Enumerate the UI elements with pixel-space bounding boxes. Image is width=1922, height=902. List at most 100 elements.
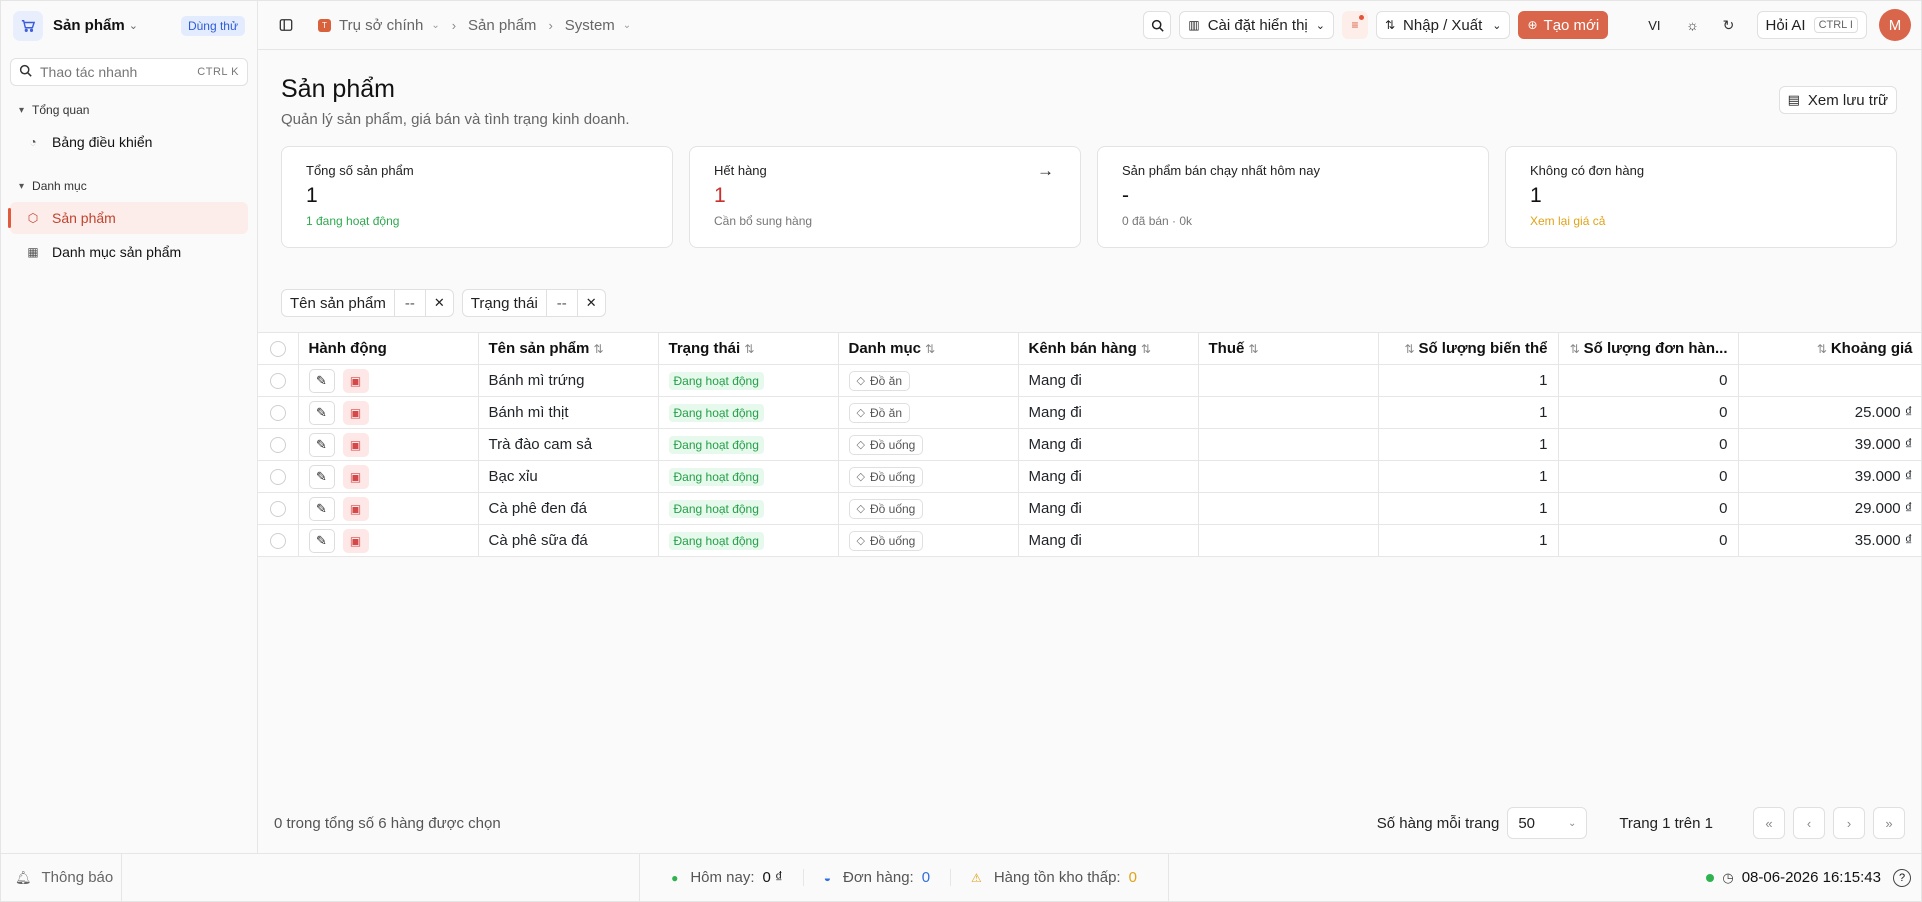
row-checkbox[interactable] bbox=[269, 533, 286, 550]
sidebar-item-dashboard[interactable]: ◔ Bảng điều khiển bbox=[10, 126, 248, 158]
row-checkbox[interactable] bbox=[269, 405, 286, 422]
product-name[interactable]: Bạc xỉu bbox=[478, 460, 659, 493]
chevron-down-icon: ▾ bbox=[19, 180, 25, 192]
status-badge: Đang hoạt động bbox=[668, 531, 764, 550]
col-variants[interactable]: ⇅ Số lượng biến thể bbox=[1378, 332, 1559, 365]
breadcrumb-branch[interactable]: Trụ sở chính bbox=[339, 17, 423, 34]
tax bbox=[1198, 364, 1379, 397]
chevron-down-icon[interactable]: ⌄ bbox=[623, 20, 631, 31]
col-category[interactable]: Danh mục ⇅ bbox=[838, 332, 1019, 365]
sort-icon[interactable]: ⇅ bbox=[593, 342, 603, 356]
ask-ai-button[interactable]: Hỏi AI CTRL I bbox=[1756, 11, 1867, 39]
archive-delete-icon[interactable]: ▣ bbox=[342, 496, 369, 521]
stat-card-out-of-stock[interactable]: Hết hàng 1 Cần bổ sung hàng → bbox=[689, 146, 1081, 248]
sun-icon[interactable]: ☼ bbox=[1679, 17, 1707, 33]
row-checkbox[interactable] bbox=[269, 373, 286, 390]
row-checkbox[interactable] bbox=[269, 469, 286, 486]
sort-icon[interactable]: ⇅ bbox=[1570, 342, 1580, 356]
arrow-right-icon[interactable]: → bbox=[1037, 161, 1054, 181]
archive-delete-icon[interactable]: ▣ bbox=[342, 368, 369, 393]
sidebar-toggle-icon[interactable] bbox=[276, 15, 296, 35]
col-orders[interactable]: ⇅ Số lượng đơn hàn... bbox=[1558, 332, 1739, 365]
archive-delete-icon[interactable]: ▣ bbox=[342, 432, 369, 457]
notifications-button[interactable]: 🔔︎ Thông báo bbox=[1, 854, 122, 901]
import-export-button[interactable]: ⇅ Nhập / Xuất ⌄ bbox=[1375, 11, 1511, 39]
sort-icon[interactable]: ⇅ bbox=[1817, 342, 1827, 356]
table-row[interactable]: ✎ ▣ Bánh mì thịt Đang hoạt động ◇ Đồ ăn M… bbox=[258, 396, 1922, 429]
filter-status[interactable]: Trạng thái -- ✕ bbox=[461, 289, 606, 317]
avatar[interactable]: M bbox=[1879, 9, 1911, 41]
table-row[interactable]: ✎ ▣ Bạc xỉu Đang hoạt động ◇ Đồ uống Mang… bbox=[258, 460, 1922, 493]
language-switch[interactable]: VI bbox=[1638, 18, 1670, 33]
archive-delete-icon[interactable]: ▣ bbox=[342, 400, 369, 425]
sidebar-header[interactable]: Sản phẩm ⌄ Dùng thử bbox=[1, 1, 257, 50]
stat-low-stock: ⚠ Hàng tồn kho thấp: 0 bbox=[950, 869, 1157, 886]
table-row[interactable]: ✎ ▣ Trà đào cam sả Đang hoạt động ◇ Đồ uố… bbox=[258, 428, 1922, 461]
col-tax[interactable]: Thuế ⇅ bbox=[1198, 332, 1379, 365]
sort-icon[interactable]: ⇅ bbox=[925, 342, 935, 356]
edit-pencil-icon[interactable]: ✎ bbox=[308, 496, 335, 521]
edit-pencil-icon[interactable]: ✎ bbox=[308, 528, 335, 553]
refresh-icon[interactable]: ↻ bbox=[1715, 17, 1743, 34]
archive-delete-icon[interactable]: ▣ bbox=[342, 528, 369, 553]
edit-pencil-icon[interactable]: ✎ bbox=[308, 368, 335, 393]
quick-action-search[interactable]: Thao tác nhanh CTRL K bbox=[10, 58, 248, 86]
close-icon[interactable]: ✕ bbox=[426, 290, 453, 316]
chevron-left-icon: ‹ bbox=[1806, 815, 1812, 831]
create-new-button[interactable]: ⊕ Tạo mới bbox=[1518, 11, 1609, 39]
table-row[interactable]: ✎ ▣ Cà phê sữa đá Đang hoạt động ◇ Đồ uốn… bbox=[258, 524, 1922, 557]
edit-pencil-icon[interactable]: ✎ bbox=[308, 464, 335, 489]
edit-pencil-icon[interactable]: ✎ bbox=[308, 400, 335, 425]
page-title: Sản phẩm bbox=[281, 75, 395, 103]
sort-icon[interactable]: ⇅ bbox=[744, 342, 754, 356]
filter-product-name[interactable]: Tên sản phẩm -- ✕ bbox=[281, 289, 454, 317]
last-page-button[interactable]: » bbox=[1873, 807, 1905, 839]
status-cell: Đang hoạt động bbox=[658, 460, 839, 493]
sidebar-group-overview[interactable]: ▾ Tổng quan bbox=[1, 96, 257, 124]
trial-badge: Dùng thử bbox=[180, 15, 245, 36]
sort-icon[interactable]: ⇅ bbox=[1404, 342, 1414, 356]
chevron-down-icon[interactable]: ⌄ bbox=[431, 20, 439, 31]
view-archive-button[interactable]: ▤ Xem lưu trữ bbox=[1778, 86, 1897, 114]
table-row[interactable]: ✎ ▣ Cà phê đen đá Đang hoạt động ◇ Đồ uốn… bbox=[258, 492, 1922, 525]
row-actions: ✎ ▣ bbox=[298, 428, 479, 461]
product-name[interactable]: Cà phê sữa đá bbox=[478, 524, 659, 557]
rows-per-page-select[interactable]: 50 ⌄ bbox=[1507, 807, 1588, 839]
stat-label: Tổng số sản phẩm bbox=[306, 163, 414, 178]
row-checkbox[interactable] bbox=[269, 437, 286, 454]
next-page-button[interactable]: › bbox=[1833, 807, 1865, 839]
col-label: Hành động bbox=[308, 340, 387, 357]
product-name[interactable]: Trà đào cam sả bbox=[478, 428, 659, 461]
product-name[interactable]: Bánh mì thịt bbox=[478, 396, 659, 429]
col-status[interactable]: Trạng thái ⇅ bbox=[658, 332, 839, 365]
breadcrumb-products[interactable]: Sản phẩm bbox=[468, 17, 536, 34]
sidebar-item-product-categories[interactable]: ▦ Danh mục sản phẩm bbox=[10, 236, 248, 268]
sidebar-item-products[interactable]: ⬡ Sản phẩm bbox=[8, 202, 248, 234]
select-all-checkbox[interactable] bbox=[269, 341, 286, 358]
search-button[interactable] bbox=[1143, 11, 1172, 39]
first-page-button[interactable]: « bbox=[1753, 807, 1785, 839]
edit-pencil-icon[interactable]: ✎ bbox=[308, 432, 335, 457]
close-icon[interactable]: ✕ bbox=[578, 290, 605, 316]
order-count: 0 bbox=[1558, 460, 1739, 493]
sidebar-group-catalog[interactable]: ▾ Danh mục bbox=[1, 172, 257, 200]
sort-icon[interactable]: ⇅ bbox=[1141, 342, 1151, 356]
breadcrumb-system[interactable]: System bbox=[565, 17, 615, 34]
help-icon[interactable]: ? bbox=[1893, 868, 1911, 887]
filter-flag-button[interactable]: ≡ bbox=[1341, 11, 1368, 39]
archive-delete-icon[interactable]: ▣ bbox=[342, 464, 369, 489]
product-name[interactable]: Bánh mì trứng bbox=[478, 364, 659, 397]
col-product-name[interactable]: Tên sản phẩm ⇅ bbox=[478, 332, 659, 365]
filter-value[interactable]: -- bbox=[547, 290, 578, 316]
col-sales-channel[interactable]: Kênh bán hàng ⇅ bbox=[1018, 332, 1199, 365]
sort-icon[interactable]: ⇅ bbox=[1248, 342, 1258, 356]
prev-page-button[interactable]: ‹ bbox=[1793, 807, 1825, 839]
table-row[interactable]: ✎ ▣ Bánh mì trứng Đang hoạt động ◇ Đồ ăn … bbox=[258, 364, 1922, 397]
product-name[interactable]: Cà phê đen đá bbox=[478, 492, 659, 525]
row-checkbox[interactable] bbox=[269, 501, 286, 518]
filter-value[interactable]: -- bbox=[395, 290, 426, 316]
display-settings-button[interactable]: ▥ Cài đặt hiển thị ⌄ bbox=[1179, 11, 1334, 39]
status-badge: Đang hoạt động bbox=[668, 499, 764, 518]
col-price-range[interactable]: ⇅ Khoảng giá bbox=[1738, 332, 1922, 365]
chevrons-right-icon: » bbox=[1885, 815, 1893, 831]
